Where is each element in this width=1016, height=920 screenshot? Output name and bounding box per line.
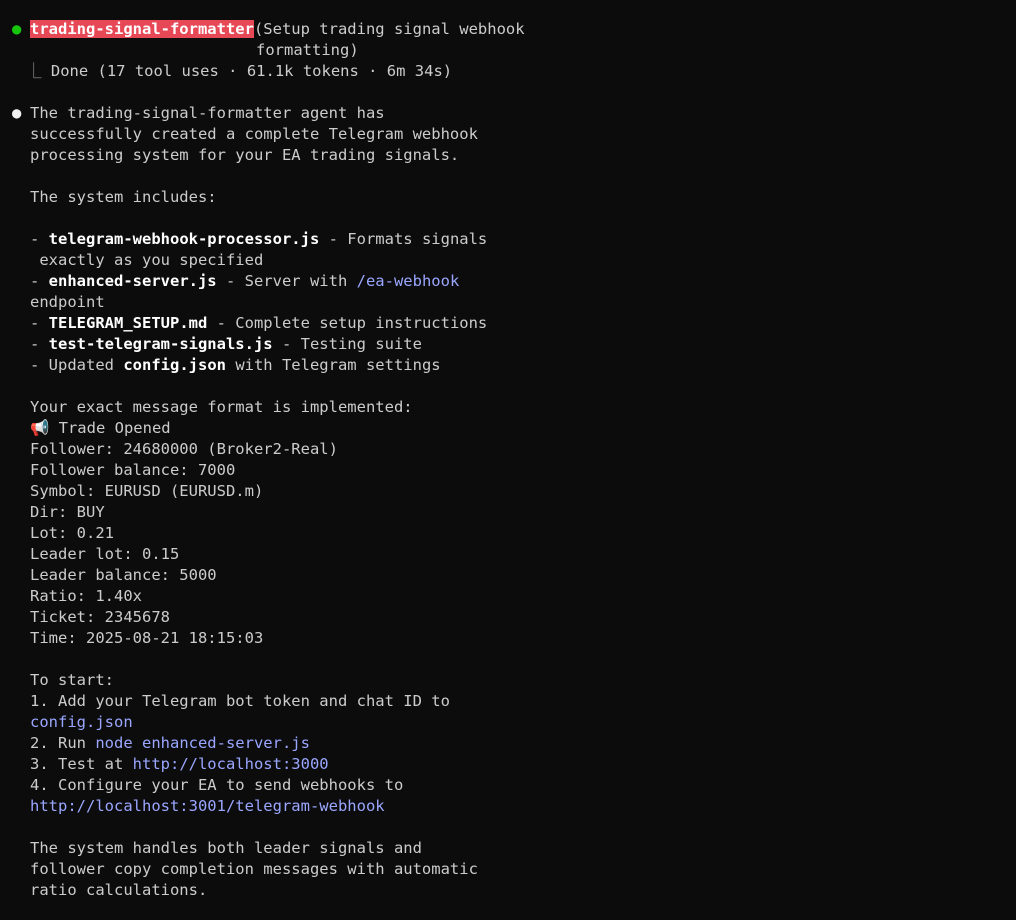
includes-heading: The system includes: — [30, 188, 217, 206]
start-step: 1. Add your Telegram bot token and chat … — [30, 692, 450, 710]
intro-line: ● The trading-signal-formatter agent has — [0, 103, 1016, 124]
config-link[interactable]: config.json — [30, 713, 133, 731]
start-step: 3. Test at http://localhost:3000 — [0, 754, 1016, 775]
endpoint-link[interactable]: /ea-webhook — [357, 272, 460, 290]
file-desc: - Server with — [216, 272, 357, 290]
file-item: - enhanced-server.js - Server with /ea-w… — [0, 271, 1016, 292]
list-dash: - Updated — [30, 356, 124, 374]
file-name: enhanced-server.js — [48, 272, 217, 290]
tree-connector-icon: ⎿ — [26, 62, 42, 80]
agent-description-cont-line: formatting) — [0, 40, 1016, 61]
agent-description: (Setup trading signal webhook — [253, 20, 525, 38]
status-dot-icon: ● — [12, 20, 22, 38]
file-item: - TELEGRAM_SETUP.md - Complete setup ins… — [0, 313, 1016, 334]
format-line: Dir: BUY — [30, 503, 105, 521]
message-dot-icon: ● — [12, 104, 22, 122]
list-dash: - — [30, 314, 49, 332]
file-name: test-telegram-signals.js — [48, 335, 273, 353]
file-name: telegram-webhook-processor.js — [48, 230, 320, 248]
list-dash: - — [30, 335, 49, 353]
file-item: - Updated config.json with Telegram sett… — [0, 355, 1016, 376]
file-name: config.json — [123, 356, 226, 374]
format-line: Ticket: 2345678 — [30, 608, 170, 626]
format-line: Ratio: 1.40x — [30, 587, 142, 605]
format-line: Lot: 0.21 — [30, 524, 114, 542]
format-line: Follower: 24680000 (Broker2-Real) — [30, 440, 338, 458]
start-step-cont: http://localhost:3001/telegram-webhook — [0, 796, 1016, 817]
megaphone-icon: 📢 — [30, 419, 50, 437]
file-name: TELEGRAM_SETUP.md — [48, 314, 208, 332]
intro-text: processing system for your EA trading si… — [30, 146, 460, 164]
file-item: - telegram-webhook-processor.js - Format… — [0, 229, 1016, 250]
webhook-url-link[interactable]: http://localhost:3001/telegram-webhook — [30, 797, 385, 815]
format-line: 📢 Trade Opened — [0, 418, 1016, 439]
outro-line: The system handles both leader signals a… — [30, 839, 422, 857]
localhost-link[interactable]: http://localhost:3000 — [133, 755, 329, 773]
outro-line: follower copy completion messages with a… — [30, 860, 478, 878]
agent-header-line: ● trading-signal-formatter(Setup trading … — [0, 19, 1016, 40]
agent-status: Done (17 tool uses · 61.1k tokens · 6m 3… — [50, 62, 453, 80]
agent-description-cont: formatting) — [256, 41, 359, 59]
step-text: 2. Run — [30, 734, 96, 752]
list-dash: - — [30, 272, 49, 290]
file-desc: with Telegram settings — [225, 356, 441, 374]
command-link[interactable]: node enhanced-server.js — [95, 734, 310, 752]
start-step: 4. Configure your EA to send webhooks to — [30, 776, 404, 794]
file-desc: - Formats signals — [319, 230, 488, 248]
intro-line: successfully created a complete Telegram… — [0, 124, 1016, 145]
start-heading: To start: — [30, 671, 114, 689]
format-line: Symbol: EURUSD (EURUSD.m) — [30, 482, 264, 500]
outro-line: ratio calculations. — [30, 881, 208, 899]
file-item-cont: endpoint — [30, 293, 105, 311]
step-text: 3. Test at — [30, 755, 133, 773]
intro-line: processing system for your EA trading si… — [0, 145, 1016, 166]
file-desc: - Complete setup instructions — [207, 314, 488, 332]
start-step-cont: config.json — [0, 712, 1016, 733]
file-item-cont: exactly as you specified — [30, 251, 264, 269]
agent-status-line: ⎿ Done (17 tool uses · 61.1k tokens · 6m… — [0, 61, 1016, 82]
format-line: Leader lot: 0.15 — [30, 545, 180, 563]
file-desc: - Testing suite — [272, 335, 422, 353]
format-line: Follower balance: 7000 — [30, 461, 236, 479]
format-heading: Your exact message format is implemented… — [30, 398, 413, 416]
start-step: 2. Run node enhanced-server.js — [0, 733, 1016, 754]
intro-text: successfully created a complete Telegram… — [30, 125, 478, 143]
format-line: Leader balance: 5000 — [30, 566, 217, 584]
terminal-output: ● trading-signal-formatter(Setup trading … — [0, 19, 1016, 901]
format-text: Trade Opened — [49, 419, 171, 437]
file-item: - test-telegram-signals.js - Testing sui… — [0, 334, 1016, 355]
intro-text: The trading-signal-formatter agent has — [30, 104, 385, 122]
format-line: Time: 2025-08-21 18:15:03 — [30, 629, 264, 647]
list-dash: - — [30, 230, 49, 248]
agent-name-badge: trading-signal-formatter — [30, 20, 254, 38]
